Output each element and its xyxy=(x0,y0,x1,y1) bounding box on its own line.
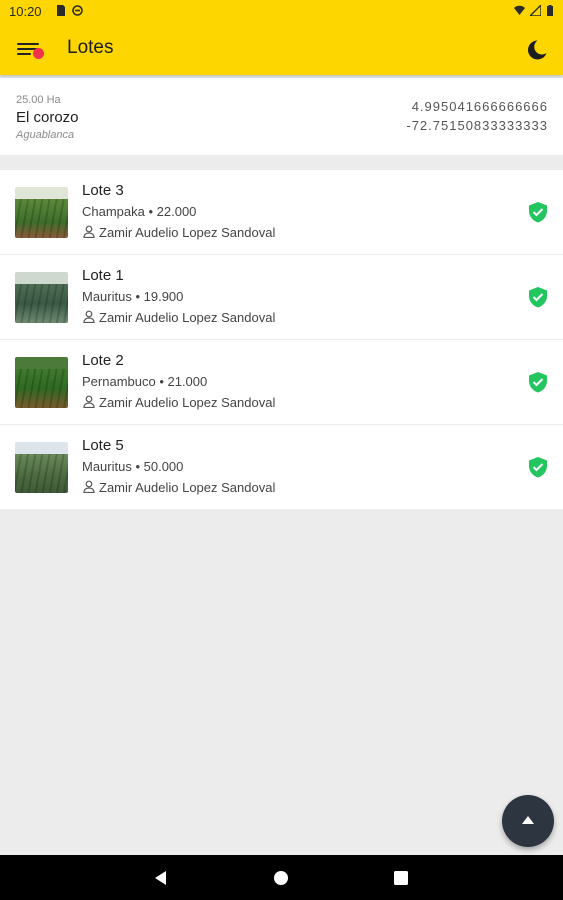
lots-list: Lote 3 Champaka • 22.000 Zamir Audelio L… xyxy=(0,170,563,509)
sync-icon xyxy=(72,5,83,16)
verified-shield-icon xyxy=(529,202,547,223)
list-item[interactable]: Lote 1 Mauritus • 19.900 Zamir Audelio L… xyxy=(0,255,563,340)
lot-meta: Pernambuco • 21.000 xyxy=(82,374,208,389)
signal-icon xyxy=(530,5,541,16)
list-item[interactable]: Lote 2 Pernambuco • 21.000 Zamir Audelio… xyxy=(0,340,563,425)
arrow-up-icon xyxy=(522,816,534,824)
lot-name: Lote 5 xyxy=(82,437,124,454)
person-icon xyxy=(83,480,95,493)
lot-thumbnail xyxy=(15,357,68,408)
lot-meta: Mauritus • 50.000 xyxy=(82,459,184,474)
app-bar: Lotes xyxy=(0,24,563,75)
lot-meta: Mauritus • 19.900 xyxy=(82,289,184,304)
page-title: Lotes xyxy=(67,37,114,58)
lot-meta: Champaka • 22.000 xyxy=(82,204,197,219)
battery-icon xyxy=(547,5,553,16)
farm-area: 25.00 Ha xyxy=(16,94,61,106)
moon-icon[interactable] xyxy=(525,38,549,62)
farm-region: Aguablanca xyxy=(16,129,75,141)
notification-dot xyxy=(33,48,44,59)
recents-icon[interactable] xyxy=(391,868,411,888)
person-icon xyxy=(83,395,95,408)
farm-longitude: -72.75150833333333 xyxy=(406,118,548,133)
lot-owner: Zamir Audelio Lopez Sandoval xyxy=(99,395,276,410)
lot-owner: Zamir Audelio Lopez Sandoval xyxy=(99,310,276,325)
verified-shield-icon xyxy=(529,457,547,478)
lot-name: Lote 3 xyxy=(82,182,124,199)
back-icon[interactable] xyxy=(151,868,171,888)
farm-card: 25.00 Ha El corozo Aguablanca 4.99504166… xyxy=(0,78,563,155)
lot-thumbnail xyxy=(15,272,68,323)
menu-button[interactable] xyxy=(14,34,50,64)
status-time: 10:20 xyxy=(9,4,42,19)
sd-card-icon xyxy=(57,5,65,16)
farm-name: El corozo xyxy=(16,109,79,126)
farm-latitude: 4.995041666666666 xyxy=(411,99,548,114)
person-icon xyxy=(83,225,95,238)
verified-shield-icon xyxy=(529,372,547,393)
lot-name: Lote 2 xyxy=(82,352,124,369)
scroll-top-button[interactable] xyxy=(502,795,554,847)
lot-owner: Zamir Audelio Lopez Sandoval xyxy=(99,225,276,240)
list-item[interactable]: Lote 5 Mauritus • 50.000 Zamir Audelio L… xyxy=(0,425,563,509)
home-icon[interactable] xyxy=(271,868,291,888)
list-item[interactable]: Lote 3 Champaka • 22.000 Zamir Audelio L… xyxy=(0,170,563,255)
system-nav-bar xyxy=(0,855,563,900)
menu-icon xyxy=(17,43,39,45)
wifi-icon xyxy=(514,5,525,15)
lot-owner: Zamir Audelio Lopez Sandoval xyxy=(99,480,276,495)
person-icon xyxy=(83,310,95,323)
menu-icon-bar xyxy=(17,53,31,55)
lot-thumbnail xyxy=(15,187,68,238)
status-bar: 10:20 xyxy=(0,0,563,24)
lot-name: Lote 1 xyxy=(82,267,124,284)
lot-thumbnail xyxy=(15,442,68,493)
verified-shield-icon xyxy=(529,287,547,308)
